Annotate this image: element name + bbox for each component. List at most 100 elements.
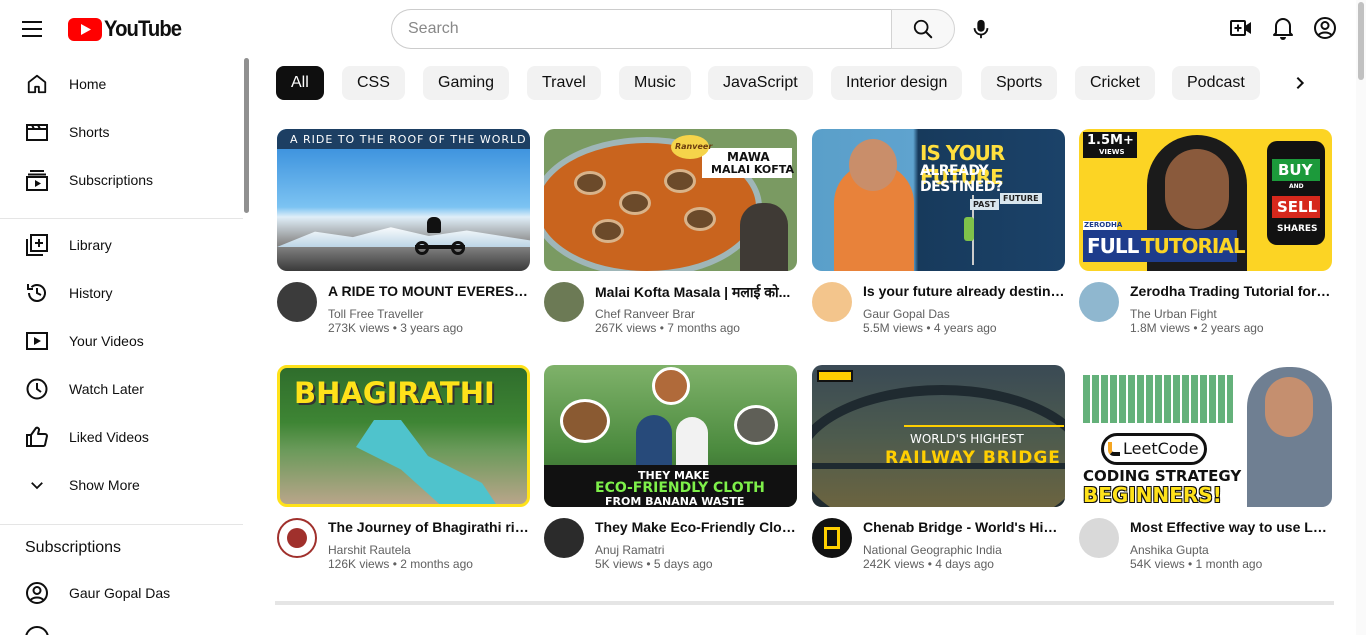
thumbnail-text: MAWA xyxy=(727,150,770,164)
channel-avatar[interactable] xyxy=(1079,282,1119,322)
video-metadata: 126K views • 2 months ago xyxy=(328,557,473,571)
video-title[interactable]: Zerodha Trading Tutorial for B... xyxy=(1130,283,1332,299)
sidebar-item-home[interactable]: Home xyxy=(0,64,240,104)
video-metadata: 5K views • 5 days ago xyxy=(595,557,713,571)
video-metadata: 5.5M views • 4 years ago xyxy=(863,321,997,335)
video-metadata: 54K views • 1 month ago xyxy=(1130,557,1263,571)
menu-icon[interactable] xyxy=(22,18,46,38)
chevron-down-icon xyxy=(25,473,49,497)
video-card: MAWA MALAI KOFTA Ranveer Malai Kofta Mas… xyxy=(544,129,797,335)
chip-javascript[interactable]: JavaScript xyxy=(708,66,813,100)
channel-name[interactable]: Harshit Rautela xyxy=(328,543,411,557)
video-thumbnail[interactable]: MAWA MALAI KOFTA Ranveer xyxy=(544,129,797,271)
channel-avatar[interactable] xyxy=(812,518,852,558)
sidebar-item-gaur-gopal-das[interactable]: Gaur Gopal Das xyxy=(0,573,240,613)
channel-avatar[interactable] xyxy=(544,518,584,558)
account-icon xyxy=(25,581,49,605)
video-thumbnail[interactable]: LeetCode CODING STRATEGY BEGINNERS! xyxy=(1079,365,1332,507)
video-thumbnail[interactable]: BHAGIRATHI xyxy=(277,365,530,507)
thumbnail-text: Ranveer xyxy=(675,142,713,151)
notifications-icon[interactable] xyxy=(1270,15,1296,41)
video-title[interactable]: The Journey of Bhagirathi rive... xyxy=(328,519,530,535)
thumbnail-text: TUTORIAL xyxy=(1141,234,1246,258)
channel-avatar[interactable] xyxy=(277,518,317,558)
chevron-right-icon[interactable] xyxy=(1282,66,1318,100)
thumbnail-text: A RIDE TO THE ROOF OF THE WORLD xyxy=(290,133,527,146)
video-card: 1.5M+ VIEWS ZERODHA FULL TUTORIAL BUY AN… xyxy=(1079,129,1332,335)
channel-avatar[interactable] xyxy=(277,282,317,322)
channel-avatar[interactable] xyxy=(1079,518,1119,558)
video-metadata: 267K views • 7 months ago xyxy=(595,321,740,335)
channel-name[interactable]: National Geographic India xyxy=(863,543,1002,557)
channel-avatar[interactable] xyxy=(544,282,584,322)
sidebar-item-library[interactable]: Library xyxy=(0,225,240,265)
video-title[interactable]: A RIDE TO MOUNT EVEREST | ... xyxy=(328,283,530,299)
channel-name[interactable]: Toll Free Traveller xyxy=(328,307,423,321)
guide-sidebar: Home Shorts Subscriptions Library Histor… xyxy=(0,58,250,635)
youtube-logo[interactable]: YouTube xyxy=(68,16,188,41)
home-icon xyxy=(25,72,49,96)
channel-name[interactable]: The Urban Fight xyxy=(1130,307,1217,321)
sidebar-item-shorts[interactable]: Shorts xyxy=(0,112,240,152)
sidebar-item-label: Show More xyxy=(69,477,140,493)
video-thumbnail[interactable]: 1.5M+ VIEWS ZERODHA FULL TUTORIAL BUY AN… xyxy=(1079,129,1332,271)
channel-name[interactable]: Gaur Gopal Das xyxy=(863,307,950,321)
chip-travel[interactable]: Travel xyxy=(527,66,601,100)
video-title[interactable]: Is your future already destined... xyxy=(863,283,1065,299)
channel-name[interactable]: Anuj Ramatri xyxy=(595,543,664,557)
video-title[interactable]: Chenab Bridge - World's Highe... xyxy=(863,519,1065,535)
video-title[interactable]: Malai Kofta Masala | मलाई को... xyxy=(595,283,797,302)
video-metadata: 273K views • 3 years ago xyxy=(328,321,463,335)
video-thumbnail[interactable]: THEY MAKE ECO-FRIENDLY CLOTH FROM BANANA… xyxy=(544,365,797,507)
shorts-icon xyxy=(25,120,49,144)
thumbnail-text: SELL xyxy=(1277,198,1318,216)
chip-gaming[interactable]: Gaming xyxy=(423,66,510,100)
library-icon xyxy=(25,233,49,257)
sidebar-item-liked-videos[interactable]: Liked Videos xyxy=(0,417,240,457)
history-icon xyxy=(25,281,49,305)
thumbnail-text: LeetCode xyxy=(1123,439,1199,458)
chip-interior-design[interactable]: Interior design xyxy=(831,66,963,100)
video-thumbnail[interactable]: WORLD'S HIGHEST RAILWAY BRIDGE xyxy=(812,365,1065,507)
video-thumbnail[interactable]: A RIDE TO THE ROOF OF THE WORLD xyxy=(277,129,530,271)
thumbnail-text: ALREADY DESTINED? xyxy=(920,163,1003,195)
chip-css[interactable]: CSS xyxy=(342,66,405,100)
chip-music[interactable]: Music xyxy=(619,66,691,100)
sidebar-item-watch-later[interactable]: Watch Later xyxy=(0,369,240,409)
section-divider xyxy=(275,601,1334,605)
search-input[interactable] xyxy=(391,9,891,49)
chip-sports[interactable]: Sports xyxy=(981,66,1058,100)
video-thumbnail[interactable]: IS YOUR FUTURE ALREADY DESTINED? PAST FU… xyxy=(812,129,1065,271)
thumbnail-text: ZERODHA xyxy=(1084,221,1123,229)
voice-search-button[interactable] xyxy=(963,11,999,47)
account-icon[interactable] xyxy=(1312,15,1338,41)
channel-avatar[interactable] xyxy=(812,282,852,322)
create-video-icon[interactable] xyxy=(1228,15,1254,41)
thumbnail-text: AND xyxy=(1289,183,1304,190)
channel-name[interactable]: Anshika Gupta xyxy=(1130,543,1209,557)
channel-name[interactable]: Chef Ranveer Brar xyxy=(595,307,695,321)
video-title[interactable]: Most Effective way to use Leet... xyxy=(1130,519,1332,535)
sidebar-item-subscriptions[interactable]: Subscriptions xyxy=(0,160,240,200)
thumbs-up-icon xyxy=(25,425,49,449)
search-button[interactable] xyxy=(891,9,955,49)
video-card: THEY MAKE ECO-FRIENDLY CLOTH FROM BANANA… xyxy=(544,365,797,571)
sidebar-item-history[interactable]: History xyxy=(0,273,240,313)
sidebar-item-label: Library xyxy=(69,237,112,253)
masthead: YouTube xyxy=(0,0,1366,58)
video-title[interactable]: They Make Eco-Friendly Cloth ... xyxy=(595,519,797,535)
thumbnail-text: WORLD'S HIGHEST xyxy=(910,432,1024,446)
sidebar-divider xyxy=(0,524,243,525)
sidebar-scrollbar[interactable] xyxy=(243,58,250,635)
video-card: WORLD'S HIGHEST RAILWAY BRIDGE Chenab Br… xyxy=(812,365,1065,571)
chip-podcast[interactable]: Podcast xyxy=(1172,66,1260,100)
thumbnail-text: ECO-FRIENDLY CLOTH xyxy=(595,480,765,496)
page-scrollbar[interactable] xyxy=(1356,0,1366,635)
chip-cricket[interactable]: Cricket xyxy=(1075,66,1155,100)
sidebar-item-show-more[interactable]: Show More xyxy=(0,465,240,505)
sidebar-item-label: Home xyxy=(69,76,107,92)
sidebar-item-your-videos[interactable]: Your Videos xyxy=(0,321,240,361)
chip-all[interactable]: All xyxy=(276,66,324,100)
sidebar-item-label: Gaur Gopal Das xyxy=(69,585,171,601)
search-icon xyxy=(913,19,933,39)
